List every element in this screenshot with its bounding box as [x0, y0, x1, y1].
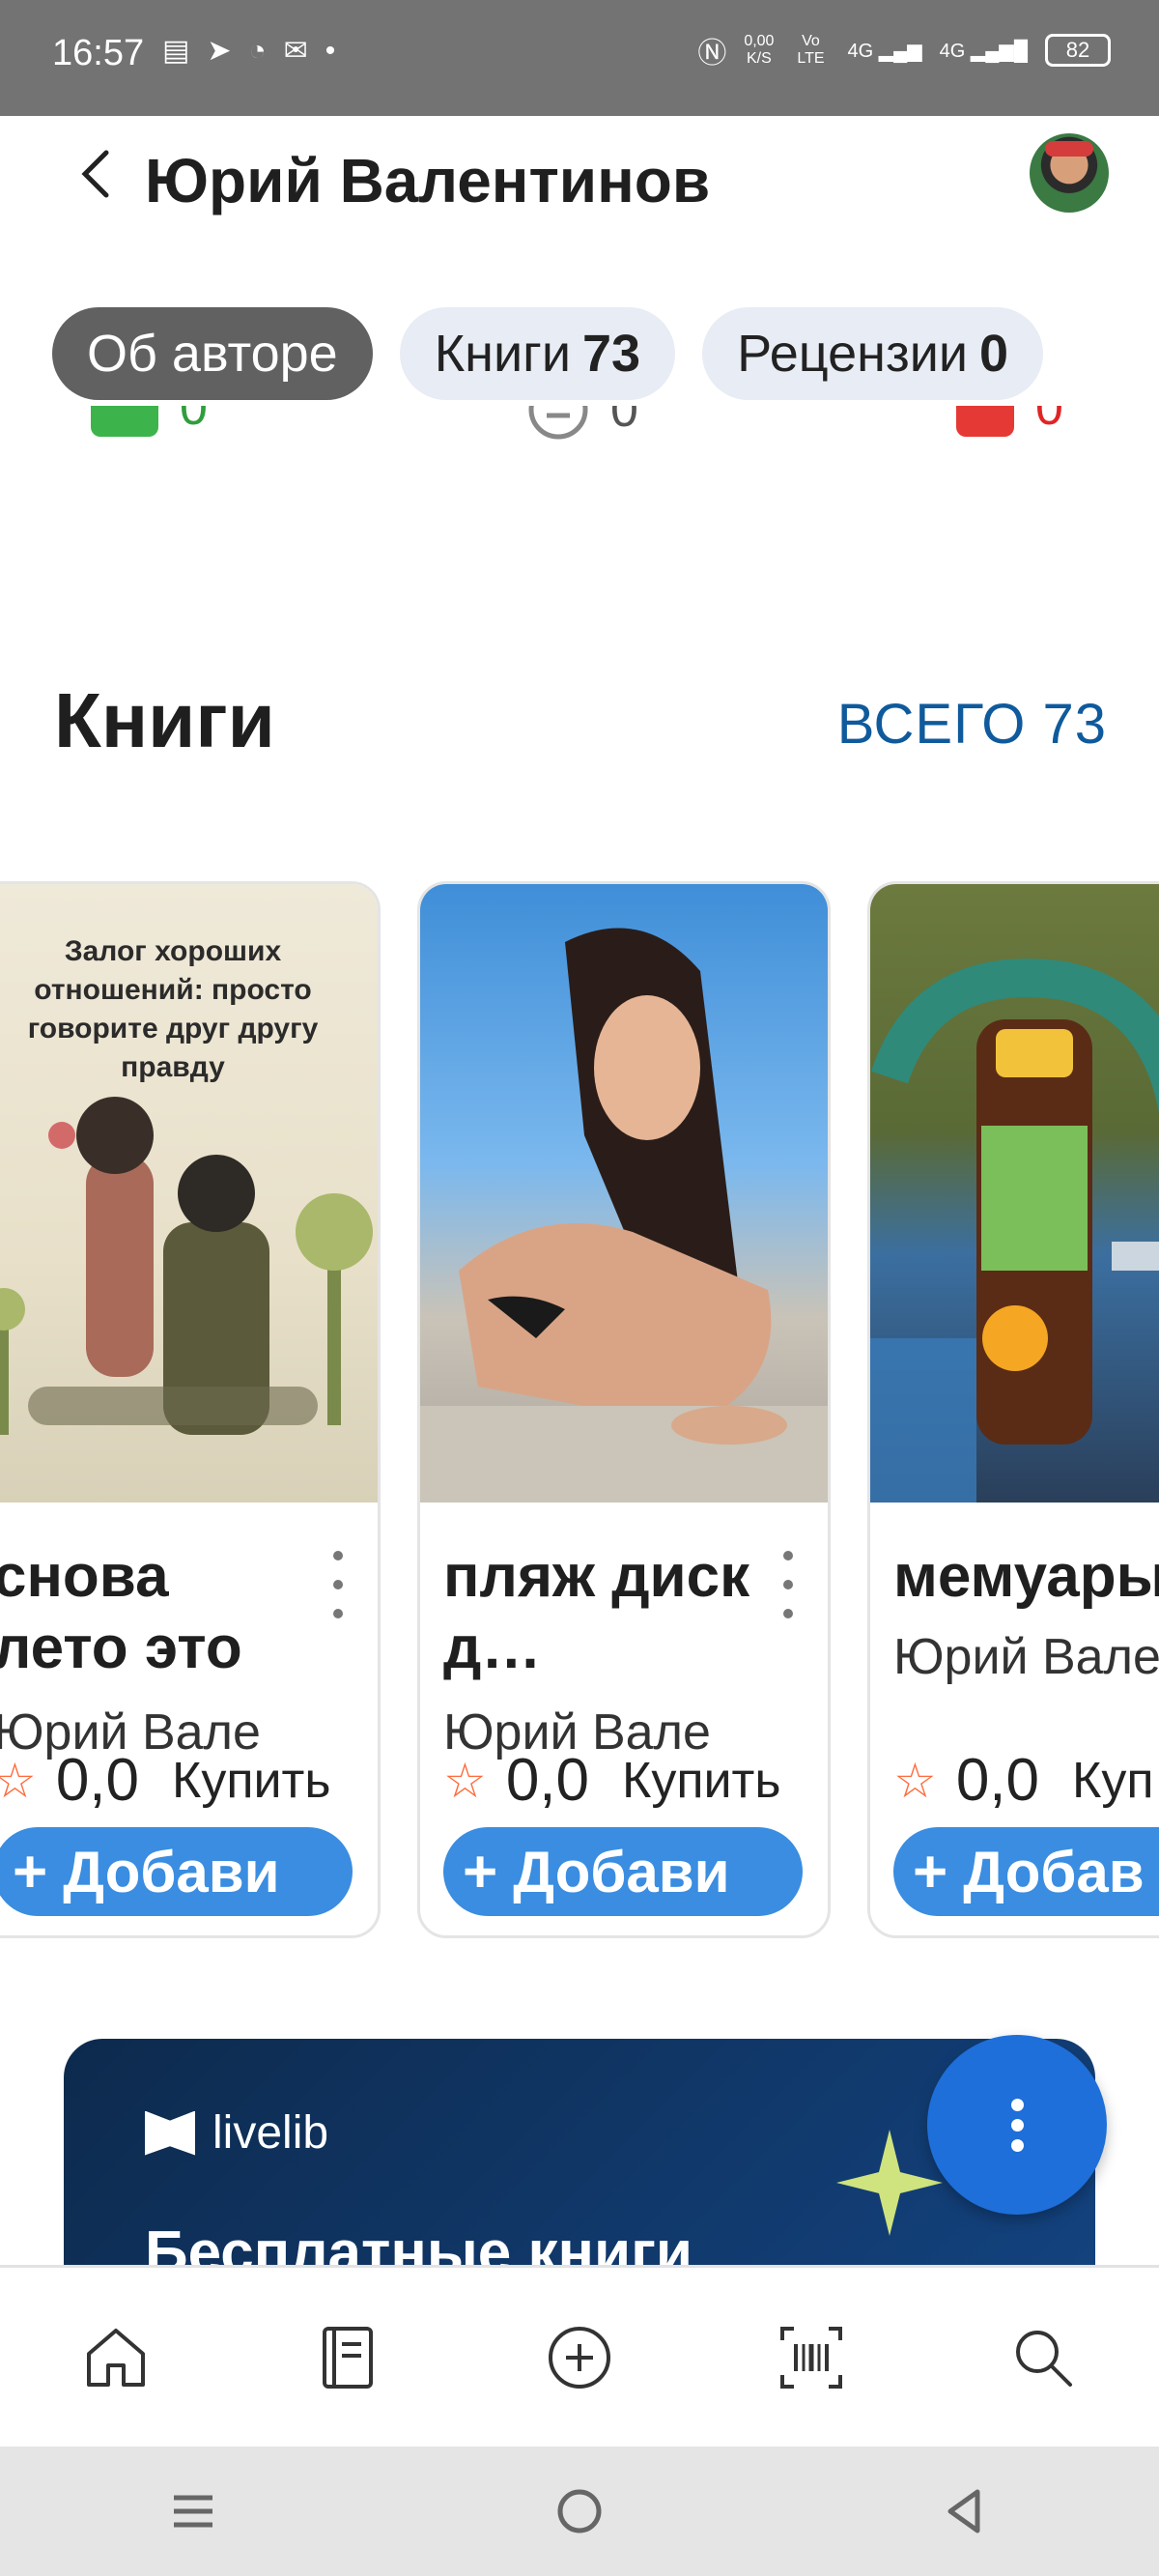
star-icon: ☆	[443, 1753, 487, 1808]
book-rating: ☆ 0,0 Куп	[893, 1747, 1154, 1814]
telegram-icon: ➤	[207, 35, 232, 67]
chevron-left-icon	[81, 150, 109, 198]
dot-icon: •	[325, 35, 336, 67]
signal-2: 4G ▂▄▆█	[939, 40, 1028, 62]
cover-illustration	[420, 928, 828, 1503]
likes-item[interactable]: 0	[91, 406, 208, 437]
livelib-logo: livelib	[145, 2106, 328, 2160]
books-section-title: Книги	[54, 677, 275, 763]
book-logo-icon	[145, 2110, 195, 2156]
nav-search[interactable]	[985, 2300, 1101, 2416]
thumb-down-icon	[956, 406, 1014, 437]
book-title[interactable]: мемуары	[893, 1541, 1159, 1613]
dislikes-item[interactable]: 0	[956, 406, 1063, 437]
search-icon	[1016, 2330, 1072, 2387]
recent-apps-button[interactable]	[145, 2463, 241, 2560]
add-book-button[interactable]: + Добав	[893, 1827, 1159, 1916]
back-button[interactable]	[68, 145, 122, 203]
book-rating: ☆ 0,0 Купить	[443, 1747, 781, 1814]
system-nav-bar	[0, 2447, 1159, 2576]
nav-home[interactable]	[58, 2300, 174, 2416]
book-cover[interactable]	[870, 884, 1159, 1503]
book-cover[interactable]: Залог хороших отношений: просто говорите…	[0, 884, 378, 1503]
tab-bar: Об авторе Книги 73 Рецензии 0	[52, 307, 1044, 400]
plus-circle-icon	[549, 2326, 610, 2389]
chat-icon: ◔	[248, 35, 267, 67]
status-bar: 16:57 ▤ ➤ ◔ ✉ • Ⓝ 0,00 K/S Vo LTE 4G ▂▄▆…	[0, 0, 1159, 116]
net-speed: 0,00 K/S	[744, 33, 775, 67]
battery-icon: 82	[1045, 34, 1111, 67]
nav-add[interactable]	[522, 2300, 637, 2416]
nfc-icon: Ⓝ	[697, 38, 727, 70]
tab-about-author[interactable]: Об авторе	[52, 307, 373, 400]
page-title: Юрий Валентинов	[145, 146, 711, 215]
notification-icons: ▤ ➤ ◔ ✉ •	[162, 37, 335, 66]
book-title[interactable]: пляж диск д…	[443, 1541, 762, 1684]
plus-icon: +	[13, 1838, 48, 1905]
more-options-button[interactable]	[774, 1551, 803, 1618]
buy-link[interactable]: Куп	[1072, 1752, 1153, 1810]
signal-1: 4G ▂▄▆	[847, 40, 922, 62]
back-system-button[interactable]	[918, 2463, 1014, 2560]
star-icon: ☆	[0, 1757, 37, 1805]
triangle-back-icon	[947, 2489, 980, 2533]
tab-reviews[interactable]: Рецензии 0	[702, 307, 1044, 400]
sparkle-icon	[836, 2130, 943, 2236]
volte-indicator: Vo LTE	[797, 33, 825, 67]
tab-books[interactable]: Книги 73	[399, 307, 676, 400]
barcode-icon	[780, 2326, 842, 2389]
more-options-button[interactable]	[324, 1551, 353, 1618]
mail-icon: ✉	[283, 35, 308, 67]
more-actions-fab[interactable]	[927, 2035, 1107, 2215]
book-icon	[323, 2326, 373, 2389]
home-system-button[interactable]	[531, 2463, 628, 2560]
books-carousel[interactable]: Залог хороших отношений: просто говорите…	[0, 881, 1159, 1944]
bottom-nav	[0, 2265, 1159, 2447]
nav-scan[interactable]	[753, 2300, 869, 2416]
home-icon	[87, 2328, 145, 2387]
star-icon: ☆	[893, 1753, 937, 1808]
book-title[interactable]: снова лето это	[0, 1541, 312, 1684]
cover-illustration	[870, 959, 1159, 1503]
status-time: 16:57	[52, 33, 145, 73]
menu-icon	[174, 2495, 212, 2528]
thumb-up-icon	[91, 406, 158, 437]
buy-link[interactable]: Купить	[622, 1752, 780, 1810]
book-card[interactable]: пляж диск д… Юрий Вале ☆ 0,0 Купить + До…	[417, 881, 831, 1938]
neutral-item[interactable]: 0	[527, 406, 638, 441]
status-right: Ⓝ 0,00 K/S Vo LTE 4G ▂▄▆ 4G ▂▄▆█ 82	[697, 29, 1111, 72]
cover-illustration	[0, 1097, 373, 1435]
avatar[interactable]	[1030, 133, 1109, 213]
app-header: Юрий Валентинов	[0, 116, 1159, 251]
author-rating-row: 0 0 0	[0, 406, 1159, 464]
promo-headline: Бесплатные книги	[145, 2219, 693, 2271]
book-cover[interactable]	[420, 884, 828, 1503]
books-total-link[interactable]: ВСЕГО 73	[837, 692, 1107, 757]
circle-icon	[557, 2489, 602, 2533]
nav-library[interactable]	[290, 2300, 406, 2416]
plus-icon: +	[913, 1838, 948, 1905]
book-author[interactable]: Юрий Вале	[893, 1628, 1159, 1686]
book-rating: ☆ 0,0 Купить	[0, 1746, 330, 1815]
neutral-face-icon	[528, 406, 588, 440]
add-book-button[interactable]: + Добави	[0, 1827, 353, 1916]
add-book-button[interactable]: + Добави	[443, 1827, 803, 1916]
book-card[interactable]: Залог хороших отношений: просто говорите…	[0, 881, 381, 1938]
buy-link[interactable]: Купить	[172, 1752, 330, 1810]
book-card[interactable]: мемуары Юрий Вале ☆ 0,0 Куп + Добав	[867, 881, 1159, 1938]
plus-icon: +	[463, 1838, 498, 1905]
message-icon: ▤	[162, 35, 190, 67]
